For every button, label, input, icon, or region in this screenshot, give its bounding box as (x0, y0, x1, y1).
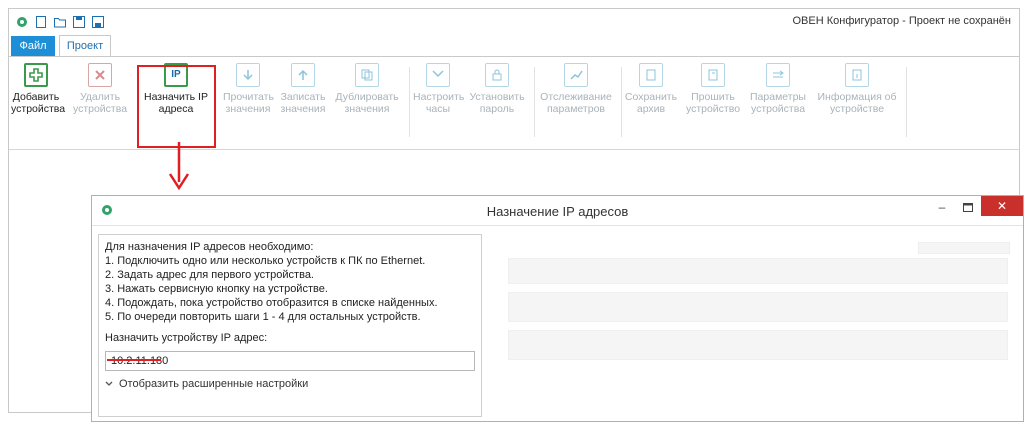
device-params-icon (766, 63, 790, 87)
instructions-panel: Для назначения IP адресов необходимо: 1.… (98, 234, 482, 417)
instruction-step: 4. Подождать, пока устройство отобразитс… (105, 297, 438, 309)
save-archive-label: Сохранить архив (624, 91, 678, 115)
duplicate-values-label: Дублировать значения (335, 91, 399, 115)
advanced-settings-toggle[interactable]: Отобразить расширенные настройки (105, 377, 475, 391)
assign-ip-dialog: Назначение IP адресов – ✕ Для назначения… (91, 195, 1024, 422)
delete-devices-label: Удалить устройства (72, 91, 128, 115)
flash-device-label: Прошить устройство (685, 91, 741, 115)
close-button[interactable]: ✕ (981, 196, 1023, 216)
set-clock-label: Настроить часы (413, 91, 465, 115)
assign-ip-label: Назначить IP адреса (144, 91, 208, 115)
instruction-step: 3. Нажать сервисную кнопку на устройстве… (105, 283, 328, 295)
advanced-settings-label: Отобразить расширенные настройки (119, 378, 309, 390)
dialog-title: Назначение IP адресов (486, 204, 629, 219)
maximize-button[interactable] (955, 196, 981, 218)
assign-ip-button[interactable]: IP Назначить IP адреса (137, 63, 215, 115)
write-values-label: Записать значения (280, 91, 326, 115)
placeholder-block (508, 258, 1008, 284)
dialog-title-bar: Назначение IP адресов – ✕ (92, 196, 1023, 226)
set-password-button[interactable]: Установить пароль (469, 63, 525, 115)
ribbon-separator (906, 67, 907, 137)
instruction-step: 5. По очереди повторить шаги 1 - 4 для о… (105, 311, 421, 323)
write-values-button[interactable]: Записать значения (278, 63, 328, 115)
quick-access-toolbar (9, 15, 105, 29)
window-controls: – ✕ (929, 196, 1023, 218)
placeholder-block (508, 292, 1008, 322)
gear-icon[interactable] (15, 15, 29, 29)
ribbon-separator (534, 67, 535, 137)
placeholder-block (918, 242, 1010, 254)
read-values-label: Прочитать значения (223, 91, 274, 115)
password-icon (485, 63, 509, 87)
duplicate-values-button[interactable]: Дублировать значения (333, 63, 401, 115)
ip-highlight-underline (107, 359, 161, 361)
add-devices-label: Добавить устройства (11, 91, 66, 115)
arrow-down-icon (168, 142, 190, 191)
save-icon[interactable] (72, 15, 86, 29)
monitor-params-button[interactable]: Отслеживание параметров (537, 63, 615, 115)
ribbon-separator (621, 67, 622, 137)
monitor-params-icon (564, 63, 588, 87)
set-clock-button[interactable]: Настроить часы (413, 63, 465, 115)
tab-file[interactable]: Файл (11, 36, 55, 56)
device-info-label: Информация об устройстве (817, 91, 897, 115)
save-archive-button[interactable]: Сохранить архив (623, 63, 679, 115)
device-info-button[interactable]: Информация об устройстве (815, 63, 899, 115)
ribbon: Добавить устройства Удалить устройства I… (9, 56, 1019, 150)
add-device-icon (24, 63, 48, 87)
app-window: ОВЕН Конфигуратор - Проект не сохранён Ф… (8, 8, 1024, 422)
chevron-down-icon (105, 377, 113, 391)
add-devices-button[interactable]: Добавить устройства (11, 63, 66, 115)
assign-ip-label: Назначить устройству IP адрес: (105, 332, 268, 344)
minimize-button[interactable]: – (929, 196, 955, 218)
write-values-icon (291, 63, 315, 87)
save-as-icon[interactable] (91, 15, 105, 29)
clock-icon (426, 63, 450, 87)
device-info-icon (845, 63, 869, 87)
monitor-params-label: Отслеживание параметров (540, 91, 612, 115)
ribbon-tabs: Файл Проект (9, 35, 111, 56)
instruction-step: 2. Задать адрес для первого устройства. (105, 269, 314, 281)
save-archive-icon (639, 63, 663, 87)
flash-device-button[interactable]: Прошить устройство (681, 63, 745, 115)
instruction-step: 1. Подключить одно или несколько устройс… (105, 255, 426, 267)
device-params-label: Параметры устройства (750, 91, 806, 115)
open-folder-icon[interactable] (53, 15, 67, 29)
flash-device-icon (701, 63, 725, 87)
read-values-icon (236, 63, 260, 87)
title-bar: ОВЕН Конфигуратор - Проект не сохранён (9, 9, 1019, 35)
new-file-icon[interactable] (34, 15, 48, 29)
tab-project[interactable]: Проект (59, 35, 111, 56)
assign-ip-icon: IP (164, 63, 188, 87)
placeholder-block (508, 330, 1008, 360)
delete-device-icon (88, 63, 112, 87)
read-values-button[interactable]: Прочитать значения (223, 63, 274, 115)
instruction-header: Для назначения IP адресов необходимо: (105, 241, 314, 253)
window-title: ОВЕН Конфигуратор - Проект не сохранён (792, 15, 1012, 27)
duplicate-values-icon (355, 63, 379, 87)
ip-address-input[interactable] (105, 351, 475, 371)
ribbon-separator (409, 67, 410, 137)
device-list-area (488, 234, 1018, 417)
device-params-button[interactable]: Параметры устройства (746, 63, 810, 115)
set-password-label: Установить пароль (469, 91, 525, 115)
delete-devices-button[interactable]: Удалить устройства (71, 63, 129, 115)
